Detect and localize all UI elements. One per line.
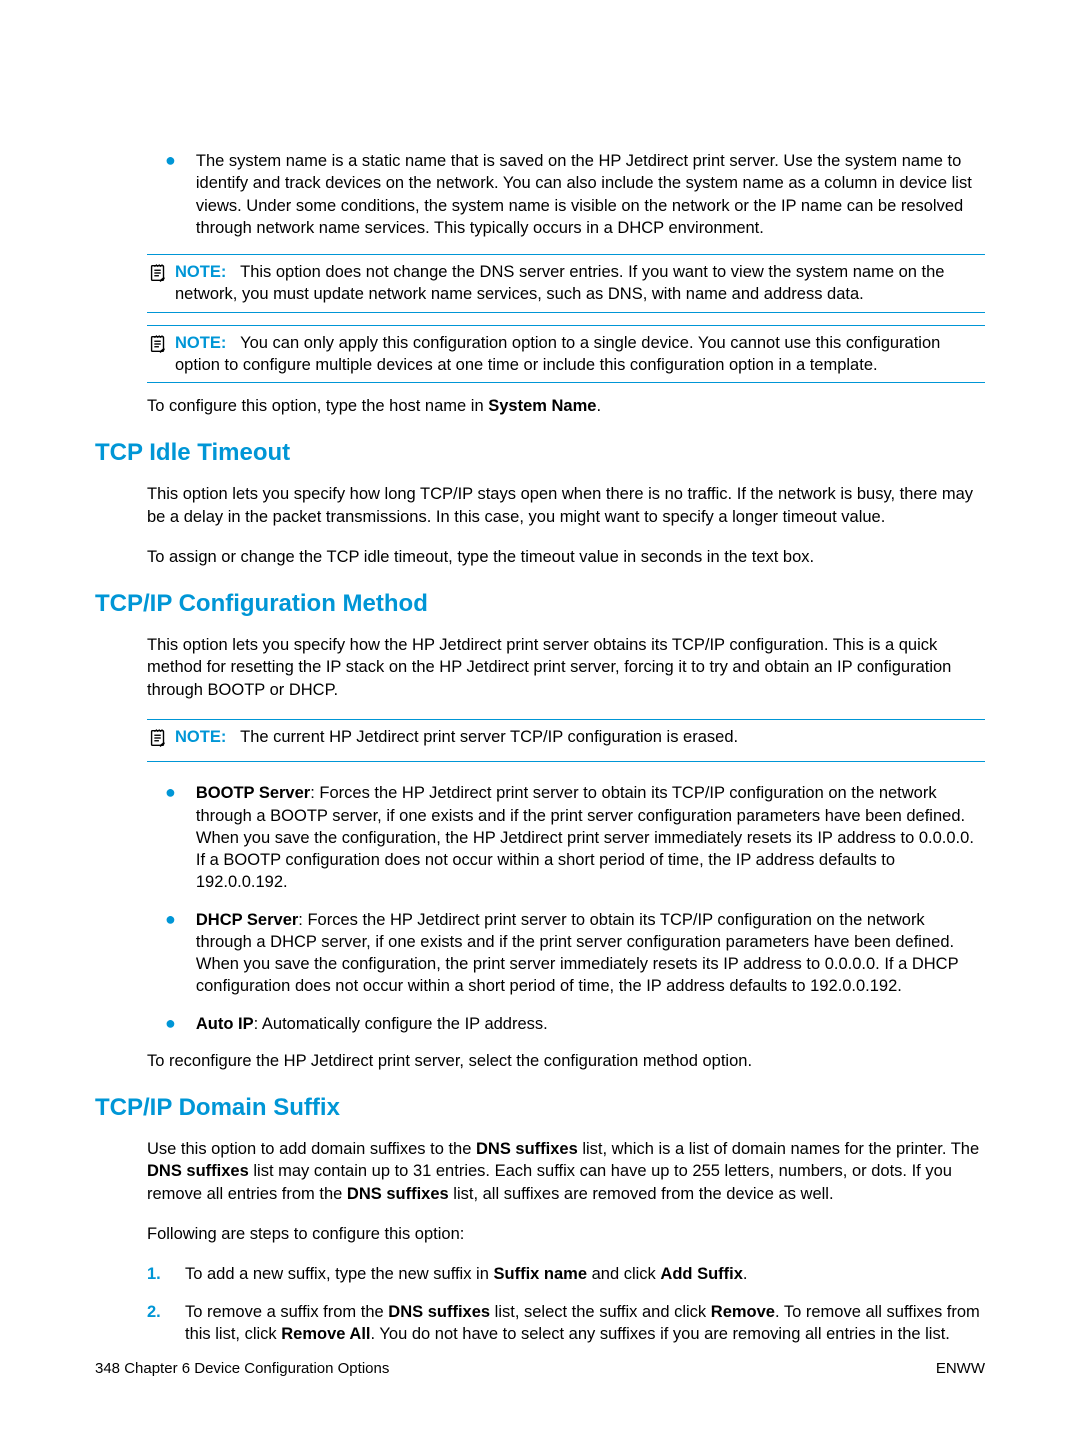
- note-text: NOTE: This option does not change the DN…: [175, 261, 985, 306]
- body-text: This option lets you specify how long TC…: [147, 483, 985, 528]
- heading-tcpip-config-method: TCP/IP Configuration Method: [95, 590, 985, 618]
- body-text: Use this option to add domain suffixes t…: [147, 1138, 985, 1205]
- body-text: To remove a suffix from the DNS suffixes…: [185, 1301, 985, 1346]
- body-text: The system name is a static name that is…: [196, 150, 985, 239]
- heading-tcp-idle-timeout: TCP Idle Timeout: [95, 439, 985, 467]
- note-callout: NOTE: This option does not change the DN…: [147, 254, 985, 313]
- body-text: To assign or change the TCP idle timeout…: [147, 546, 985, 568]
- note-icon: [147, 262, 169, 306]
- page-footer: 348 Chapter 6 Device Configuration Optio…: [95, 1360, 985, 1377]
- body-text: To reconfigure the HP Jetdirect print se…: [147, 1050, 985, 1072]
- list-item: ● Auto IP: Automatically configure the I…: [165, 1013, 985, 1035]
- note-text: NOTE: The current HP Jetdirect print ser…: [175, 726, 985, 755]
- footer-right: ENWW: [936, 1360, 985, 1377]
- list-item: ● BOOTP Server: Forces the HP Jetdirect …: [165, 782, 985, 893]
- step-number: 2.: [147, 1301, 167, 1346]
- body-text: This option lets you specify how the HP …: [147, 634, 985, 701]
- body-text: BOOTP Server: Forces the HP Jetdirect pr…: [196, 782, 985, 893]
- note-text: NOTE: You can only apply this configurat…: [175, 332, 985, 377]
- note-callout: NOTE: You can only apply this configurat…: [147, 325, 985, 384]
- heading-tcpip-domain-suffix: TCP/IP Domain Suffix: [95, 1094, 985, 1122]
- body-text: To add a new suffix, type the new suffix…: [185, 1263, 985, 1285]
- note-icon: [147, 333, 169, 377]
- bullet-icon: ●: [165, 782, 176, 893]
- body-text: Auto IP: Automatically configure the IP …: [196, 1013, 985, 1035]
- note-icon: [147, 727, 169, 755]
- footer-left: 348 Chapter 6 Device Configuration Optio…: [95, 1360, 389, 1377]
- note-callout: NOTE: The current HP Jetdirect print ser…: [147, 719, 985, 762]
- body-text: Following are steps to configure this op…: [147, 1223, 985, 1245]
- list-item: 2. To remove a suffix from the DNS suffi…: [147, 1301, 985, 1346]
- list-item: ● The system name is a static name that …: [165, 150, 985, 239]
- bullet-icon: ●: [165, 909, 176, 998]
- list-item: ● DHCP Server: Forces the HP Jetdirect p…: [165, 909, 985, 998]
- step-number: 1.: [147, 1263, 167, 1285]
- body-text: To configure this option, type the host …: [147, 395, 985, 417]
- bullet-icon: ●: [165, 1013, 176, 1035]
- bullet-icon: ●: [165, 150, 176, 239]
- list-item: 1. To add a new suffix, type the new suf…: [147, 1263, 985, 1285]
- body-text: DHCP Server: Forces the HP Jetdirect pri…: [196, 909, 985, 998]
